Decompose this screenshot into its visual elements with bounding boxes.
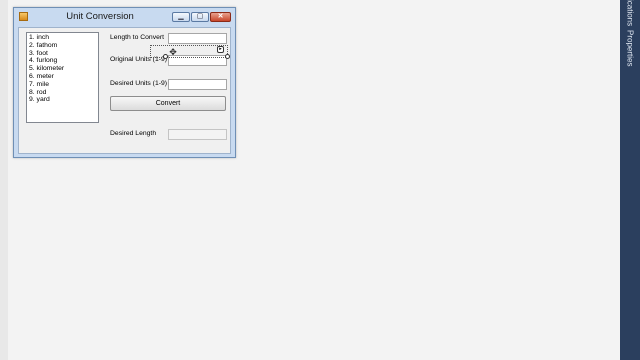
- list-item[interactable]: 1. inch: [29, 34, 96, 42]
- units-listbox[interactable]: 1. inch 2. fathom 3. foot 4. furlong 5. …: [26, 32, 99, 123]
- desired-units-input[interactable]: [168, 79, 227, 90]
- close-button[interactable]: ✕: [210, 12, 231, 22]
- side-tab-applications[interactable]: ications: [620, 0, 640, 27]
- window-title: Unit Conversion: [66, 11, 134, 22]
- side-tab-properties[interactable]: Properties: [620, 30, 640, 66]
- canvas-left-edge: [0, 0, 8, 360]
- form-window[interactable]: Unit Conversion ▁ ▢ ✕ 1. inch 2. fathom …: [13, 7, 236, 158]
- list-item[interactable]: 6. meter: [29, 73, 96, 81]
- smart-tag-icon[interactable]: ▸: [217, 46, 224, 53]
- desired-units-label: Desired Units (1-9): [110, 80, 168, 87]
- list-item[interactable]: 4. furlong: [29, 57, 96, 65]
- list-item[interactable]: 7. mile: [29, 81, 96, 89]
- length-to-convert-label: Length to Convert: [110, 34, 165, 41]
- list-item[interactable]: 3. foot: [29, 50, 96, 58]
- desired-length-label: Desired Length: [110, 130, 157, 137]
- length-to-convert-input[interactable]: [168, 33, 227, 44]
- resize-handle-right[interactable]: [225, 54, 230, 59]
- minimize-button[interactable]: ▁: [172, 12, 190, 22]
- list-item[interactable]: 5. kilometer: [29, 65, 96, 73]
- list-item[interactable]: 2. fathom: [29, 42, 96, 50]
- maximize-button[interactable]: ▢: [191, 12, 209, 22]
- list-item[interactable]: 8. rod: [29, 89, 96, 97]
- desired-length-output: [168, 129, 227, 140]
- move-icon[interactable]: ✥: [168, 47, 178, 57]
- side-panel-strip: ications Properties: [620, 0, 640, 360]
- list-item[interactable]: 9. yard: [29, 96, 96, 104]
- convert-button[interactable]: Convert: [110, 96, 226, 111]
- title-bar[interactable]: Unit Conversion ▁ ▢ ✕: [14, 8, 235, 26]
